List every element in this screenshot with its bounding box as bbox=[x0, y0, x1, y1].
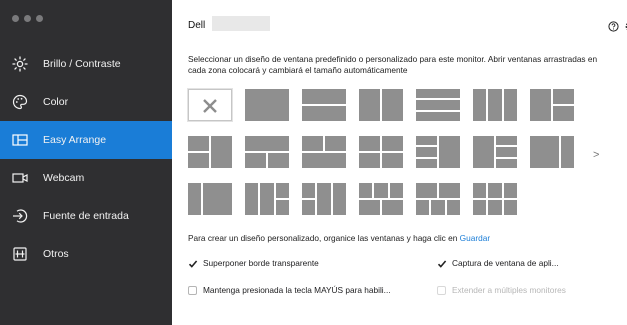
main-panel: Dell Seleccionar un diseño de ventana pr… bbox=[172, 0, 627, 325]
sidebar-item-input-source[interactable]: Fuente de entrada bbox=[0, 197, 172, 235]
save-link[interactable]: Guardar bbox=[460, 233, 490, 243]
checkbox-label: Captura de ventana de apli... bbox=[452, 258, 559, 268]
layout-option[interactable] bbox=[473, 89, 517, 121]
custom-layout-note: Para crear un diseño personalizado, orga… bbox=[188, 233, 490, 243]
layout-option[interactable] bbox=[302, 136, 346, 168]
zoom-window-button[interactable] bbox=[36, 15, 43, 22]
checkbox-label: Superponer borde transparente bbox=[203, 258, 319, 268]
sidebar-item-label: Webcam bbox=[43, 172, 85, 184]
easy-arrange-description: Seleccionar un diseño de ventana predefi… bbox=[188, 54, 598, 75]
other-icon bbox=[11, 245, 29, 263]
sidebar-item-others[interactable]: Otros bbox=[0, 235, 172, 273]
layout-option[interactable] bbox=[302, 183, 346, 215]
checkmark-icon bbox=[188, 259, 198, 268]
layout-option[interactable] bbox=[359, 136, 403, 168]
layout-option[interactable] bbox=[302, 89, 346, 121]
sidebar-item-brightness-contrast[interactable]: Brillo / Contraste bbox=[0, 45, 172, 83]
dell-display-manager-window: Brillo / Contraste Color Easy Arrange We… bbox=[0, 0, 627, 325]
close-icon bbox=[203, 99, 217, 113]
layout-icon bbox=[11, 131, 29, 149]
header-icons bbox=[608, 19, 627, 32]
sidebar-item-label: Brillo / Contraste bbox=[43, 58, 121, 70]
layout-option[interactable] bbox=[416, 183, 460, 215]
app-window-snap-checkbox[interactable]: Captura de ventana de apli... bbox=[437, 258, 559, 268]
sidebar: Brillo / Contraste Color Easy Arrange We… bbox=[0, 0, 172, 325]
sidebar-item-label: Easy Arrange bbox=[43, 134, 107, 146]
palette-icon bbox=[11, 93, 29, 111]
help-icon[interactable] bbox=[608, 19, 619, 32]
layout-option[interactable] bbox=[473, 136, 517, 168]
extend-multiple-monitors-checkbox[interactable]: Extender a múltiples monitores bbox=[437, 285, 566, 295]
checkbox-label: Mantenga presionada la tecla MAYÚS para … bbox=[203, 285, 391, 295]
sidebar-item-label: Otros bbox=[43, 248, 69, 260]
layout-option[interactable] bbox=[416, 89, 460, 121]
checkbox-box bbox=[188, 285, 197, 295]
sidebar-item-easy-arrange[interactable]: Easy Arrange bbox=[0, 121, 172, 159]
next-layouts-arrow[interactable]: > bbox=[593, 149, 599, 161]
layout-option[interactable] bbox=[359, 183, 403, 215]
checkbox-label: Extender a múltiples monitores bbox=[452, 285, 566, 295]
layout-option[interactable] bbox=[188, 183, 232, 215]
layout-option[interactable] bbox=[359, 89, 403, 121]
close-window-button[interactable] bbox=[12, 15, 19, 22]
layout-option[interactable] bbox=[473, 183, 517, 215]
window-controls bbox=[12, 15, 43, 22]
layout-option[interactable] bbox=[530, 89, 574, 121]
webcam-icon bbox=[11, 169, 29, 187]
layout-option[interactable] bbox=[245, 136, 289, 168]
brightness-icon bbox=[11, 55, 29, 73]
hold-shift-checkbox[interactable]: Mantenga presionada la tecla MAYÚS para … bbox=[188, 285, 391, 295]
custom-layout-note-text: Para crear un diseño personalizado, orga… bbox=[188, 233, 460, 243]
minimize-window-button[interactable] bbox=[24, 15, 31, 22]
layout-option[interactable] bbox=[245, 89, 289, 121]
layout-option[interactable] bbox=[530, 136, 574, 168]
checkbox-box bbox=[437, 285, 446, 295]
sidebar-item-label: Color bbox=[43, 96, 69, 108]
layout-option[interactable] bbox=[416, 136, 460, 168]
redacted-model-name bbox=[212, 16, 270, 31]
sidebar-item-label: Fuente de entrada bbox=[43, 210, 129, 222]
input-icon bbox=[11, 207, 29, 225]
layout-option[interactable] bbox=[188, 136, 232, 168]
monitor-title: Dell bbox=[188, 20, 206, 31]
layout-option[interactable] bbox=[245, 183, 289, 215]
sidebar-item-color[interactable]: Color bbox=[0, 83, 172, 121]
overlay-transparent-border-checkbox[interactable]: Superponer borde transparente bbox=[188, 258, 319, 268]
sidebar-item-webcam[interactable]: Webcam bbox=[0, 159, 172, 197]
layout-none-option[interactable] bbox=[188, 89, 232, 121]
checkmark-icon bbox=[437, 259, 447, 268]
